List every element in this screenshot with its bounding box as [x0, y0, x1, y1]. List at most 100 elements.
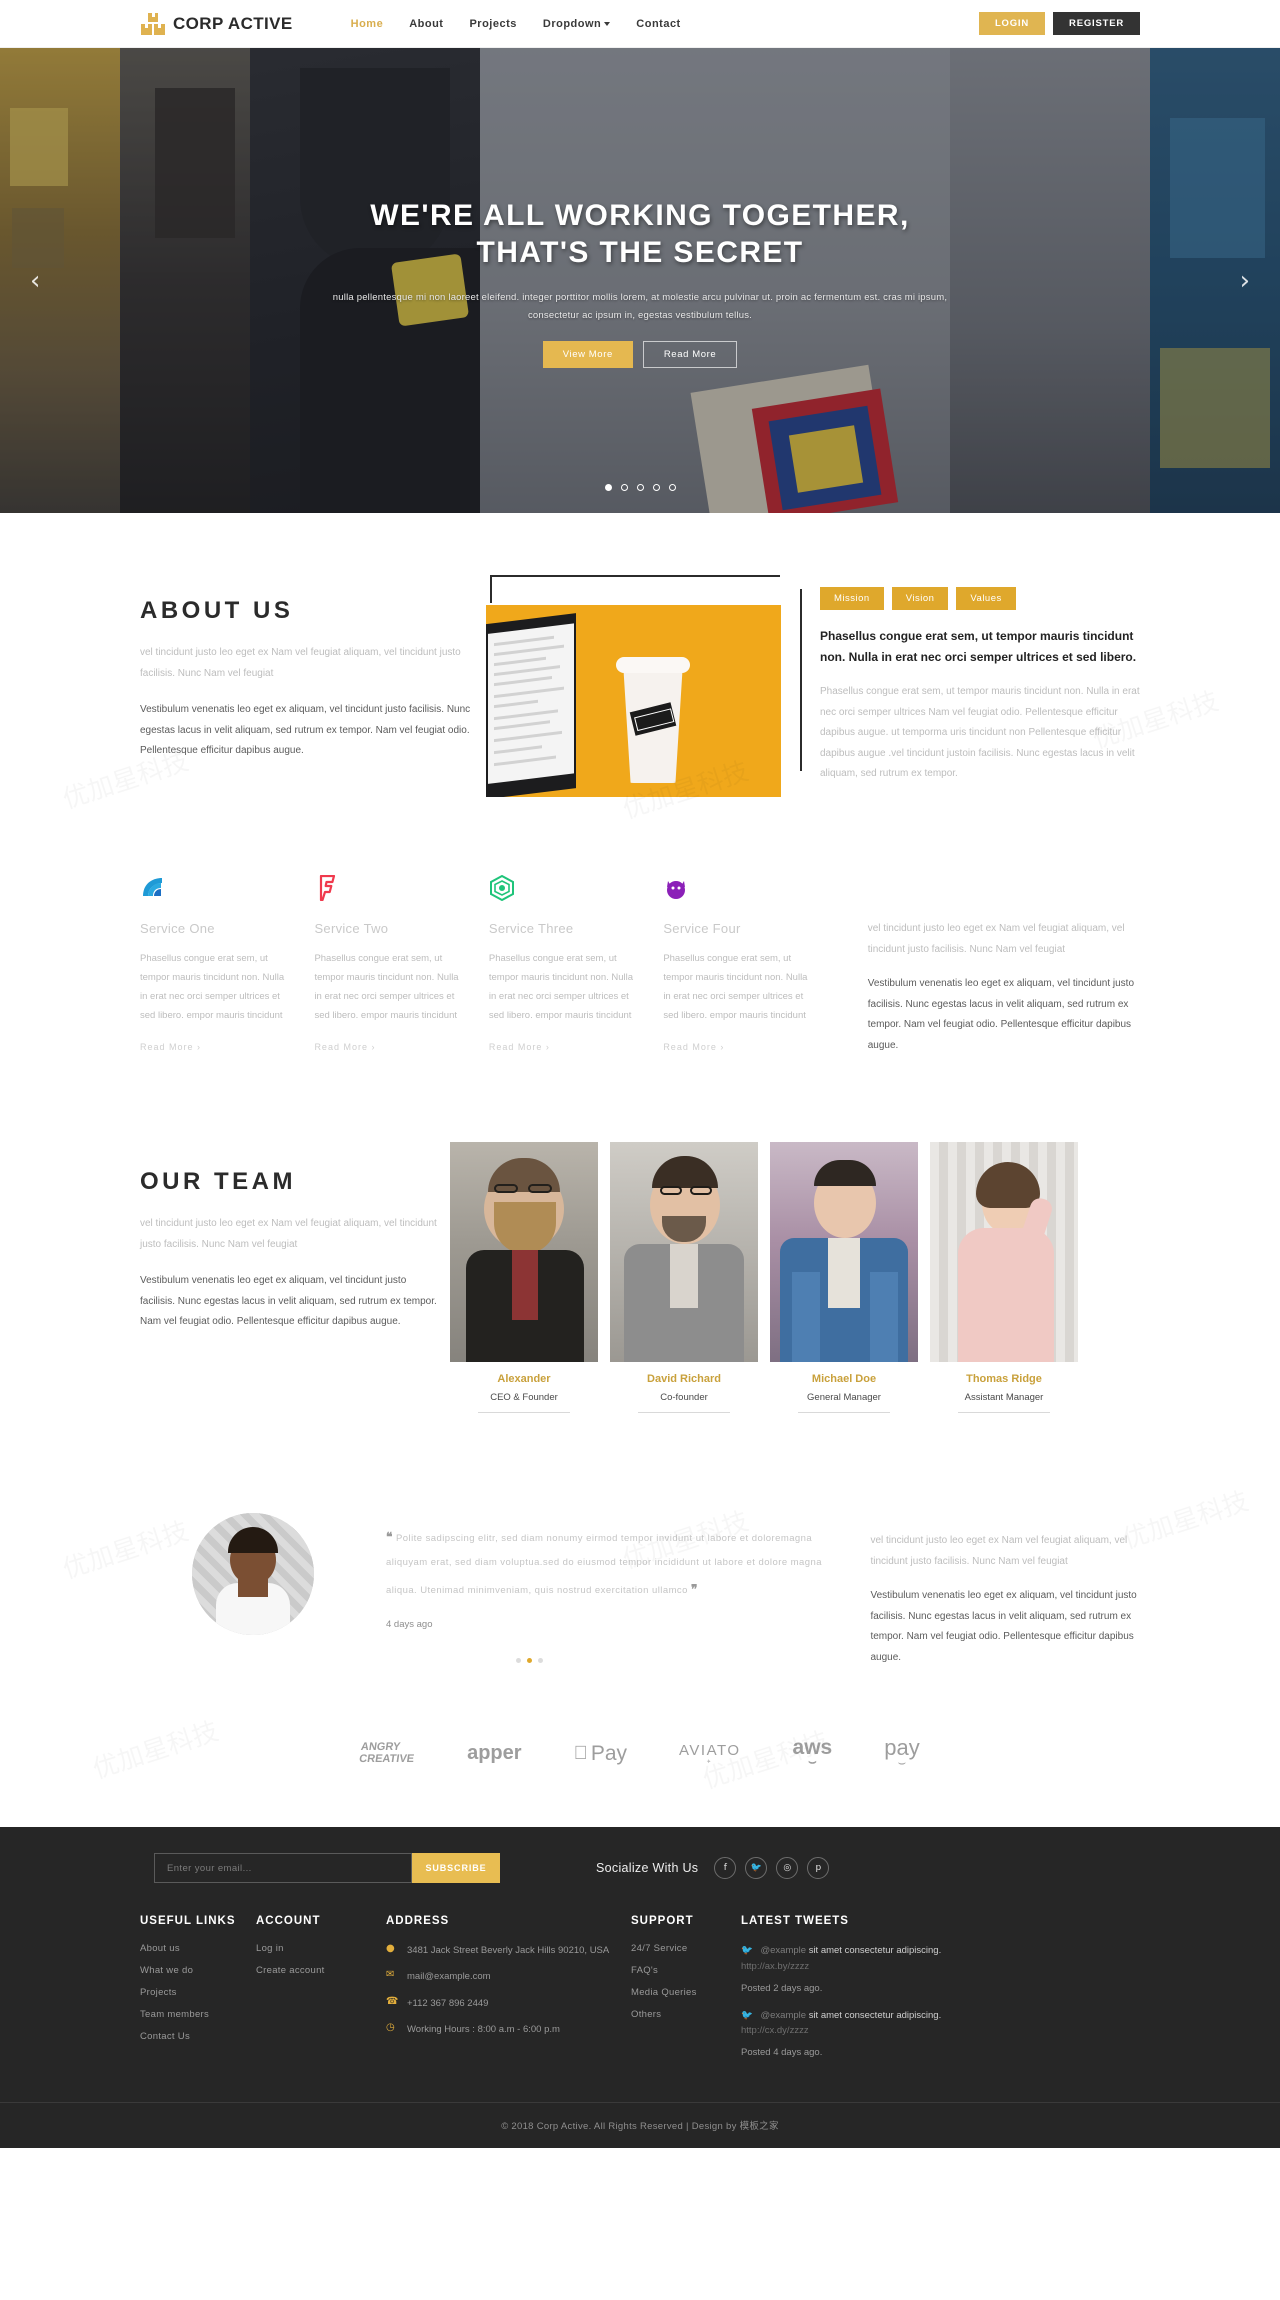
login-button[interactable]: LOGIN — [978, 12, 1046, 35]
tweet-item: 🐦 @example sit amet consectetur adipisci… — [741, 1945, 942, 1972]
aws-logo: aws ⌣ — [785, 1736, 833, 1770]
nav-item-contact[interactable]: Contact — [636, 18, 680, 30]
carousel-next-arrow[interactable]: › — [1240, 266, 1250, 296]
footer-link-others[interactable]: Others — [631, 2009, 741, 2020]
email-field[interactable] — [154, 1853, 412, 1884]
testimonial-dot-2[interactable] — [527, 1658, 532, 1664]
service-read-more-link[interactable]: Read More › — [489, 1042, 641, 1052]
footer-support: SUPPORT 24/7 Service FAQ's Media Queries… — [631, 1915, 741, 2072]
carousel-dot-5[interactable] — [668, 484, 676, 491]
hero-title: WE'RE ALL WORKING TOGETHER, THAT'S THE S… — [370, 199, 910, 269]
main-nav: Home About Projects Dropdown Contact — [351, 18, 681, 30]
team-section: OUR TEAM vel tincidunt justo leo eget ex… — [140, 1056, 1140, 1413]
register-button[interactable]: REGISTER — [1053, 12, 1140, 35]
about-photo — [486, 605, 781, 797]
team-member-photo — [450, 1142, 598, 1362]
address-row-location: ● 3481 Jack Street Beverly Jack Hills 90… — [386, 1943, 631, 1958]
nav-item-projects[interactable]: Projects — [469, 18, 516, 30]
footer-link-create-account[interactable]: Create account — [256, 1965, 386, 1976]
footer-useful-links: USEFUL LINKS About us What we do Project… — [140, 1915, 256, 2072]
pinterest-icon[interactable]: p — [807, 1857, 830, 1880]
nav-item-about[interactable]: About — [409, 18, 443, 30]
footer-columns: USEFUL LINKS About us What we do Project… — [140, 1907, 1140, 2102]
team-member-photo — [610, 1142, 758, 1362]
address-row-phone: ☎ +112 367 896 2449 — [386, 1996, 631, 2011]
tab-mission[interactable]: Mission — [820, 587, 884, 610]
brand-name: CORP ACTIVE — [173, 13, 293, 33]
hero-view-more-button[interactable]: View More — [542, 341, 633, 369]
chevron-down-icon — [604, 21, 611, 26]
team-member-name: Thomas Ridge — [966, 1373, 1042, 1385]
about-tabs: Mission Vision Values — [820, 587, 1140, 610]
carousel-dot-1[interactable] — [604, 484, 612, 491]
footer-link-projects[interactable]: Projects — [140, 1987, 256, 1998]
footer-link-contact-us[interactable]: Contact Us — [140, 2031, 256, 2042]
service-title: Service One — [140, 921, 215, 936]
footer-subscribe-bar: SUBSCRIBE Socialize With Us f 🐦 ◎ p — [140, 1827, 1140, 1907]
footer-account: ACCOUNT Log in Create account — [256, 1915, 386, 2072]
apple-icon:  — [574, 1743, 588, 1765]
hero-carousel: ‹ › WE'RE ALL WORKING TOGETHER, THAT'S T… — [0, 48, 1280, 513]
instagram-icon[interactable]: ◎ — [776, 1857, 799, 1880]
about-section: ABOUT US vel tincidunt justo leo eget ex… — [140, 513, 1140, 797]
envelope-icon: ✉ — [386, 1969, 395, 1981]
page-title: ABOUT US — [140, 597, 294, 624]
service-text: Phasellus congue erat sem, ut tempor mau… — [314, 953, 459, 1021]
hero-content: WE'RE ALL WORKING TOGETHER, THAT'S THE S… — [0, 198, 1280, 369]
team-member-card[interactable]: Alexander CEO & Founder — [450, 1142, 598, 1413]
carousel-dot-4[interactable] — [652, 484, 660, 491]
service-card-two: Service Two Phasellus congue erat sem, u… — [314, 874, 488, 1056]
testimonial-quote: ❝ Polite sadipscing elitr, sed diam nonu… — [386, 1530, 822, 1596]
twitter-icon[interactable]: 🐦 — [745, 1857, 768, 1880]
aviato-logo: AVIATO ✈ — [671, 1742, 739, 1766]
footer-link-login[interactable]: Log in — [256, 1943, 386, 1954]
footer-link-faq[interactable]: FAQ's — [631, 1965, 741, 1976]
site-footer: SUBSCRIBE Socialize With Us f 🐦 ◎ p USEF… — [0, 1827, 1280, 2148]
team-member-role: General Manager — [798, 1392, 890, 1413]
service-read-more-link[interactable]: Read More › — [663, 1042, 815, 1052]
testimonial-dot-1[interactable] — [516, 1658, 521, 1664]
brand-logo[interactable]: CORP ACTIVE — [140, 12, 293, 35]
nav-item-dropdown[interactable]: Dropdown — [543, 18, 611, 30]
team-member-card[interactable]: Michael Doe General Manager — [770, 1142, 918, 1413]
carousel-prev-arrow[interactable]: ‹ — [30, 266, 40, 296]
footer-link-service[interactable]: 24/7 Service — [631, 1943, 741, 1954]
tab-vision[interactable]: Vision — [891, 587, 949, 610]
team-paragraph-light: vel tincidunt justo leo eget ex Nam vel … — [140, 1218, 437, 1250]
team-member-card[interactable]: David Richard Co-founder — [610, 1142, 758, 1413]
amazon-pay-logo: pay ⌣ — [877, 1735, 919, 1770]
team-member-name: Alexander — [497, 1373, 551, 1385]
footer-address: ADDRESS ● 3481 Jack Street Beverly Jack … — [386, 1915, 631, 2072]
team-member-name: Michael Doe — [811, 1373, 877, 1385]
service-card-three: Service Three Phasellus congue erat sem,… — [489, 874, 663, 1056]
hexagon-node-icon — [489, 874, 515, 902]
about-lead-text: Phasellus congue erat sem, ut tempor mau… — [820, 629, 1137, 664]
footer-link-media-queries[interactable]: Media Queries — [631, 1987, 741, 1998]
nav-item-home[interactable]: Home — [351, 18, 384, 30]
testimonial-dot-3[interactable] — [538, 1658, 543, 1664]
tab-values[interactable]: Values — [956, 587, 1016, 610]
address-row-hours: ◷ Working Hours : 8:00 a.m - 6:00 p.m — [386, 2022, 631, 2037]
footer-link-team-members[interactable]: Team members — [140, 2009, 256, 2020]
carousel-dot-2[interactable] — [620, 484, 628, 491]
team-member-photo — [770, 1142, 918, 1362]
hero-subtitle: nulla pellentesque mi non laoreet eleife… — [332, 292, 948, 322]
subscribe-button[interactable]: SUBSCRIBE — [412, 1853, 500, 1884]
service-read-more-link[interactable]: Read More › — [314, 1042, 466, 1052]
footer-link-what-we-do[interactable]: What we do — [140, 1965, 256, 1976]
team-paragraph-dark: Vestibulum venenatis leo eget ex aliquam… — [140, 1275, 437, 1327]
apper-logo: apper — [467, 1742, 522, 1765]
bug-creature-icon — [663, 875, 689, 901]
facebook-icon[interactable]: f — [714, 1857, 737, 1880]
hero-read-more-button[interactable]: Read More — [642, 341, 738, 369]
socialize-label: Socialize With Us — [596, 1861, 699, 1876]
team-member-card[interactable]: Thomas Ridge Assistant Manager — [930, 1142, 1078, 1413]
carousel-dot-3[interactable] — [636, 484, 644, 491]
footer-link-about-us[interactable]: About us — [140, 1943, 256, 1954]
services-side-light: vel tincidunt justo leo eget ex Nam vel … — [867, 923, 1125, 955]
twitter-bird-icon: 🐦 — [741, 1945, 753, 1957]
foursquare-icon — [314, 874, 340, 902]
service-read-more-link[interactable]: Read More › — [140, 1042, 292, 1052]
services-side-dark: Vestibulum venenatis leo eget ex aliquam… — [867, 978, 1135, 1051]
footer-column-title: ADDRESS — [386, 1915, 450, 1928]
